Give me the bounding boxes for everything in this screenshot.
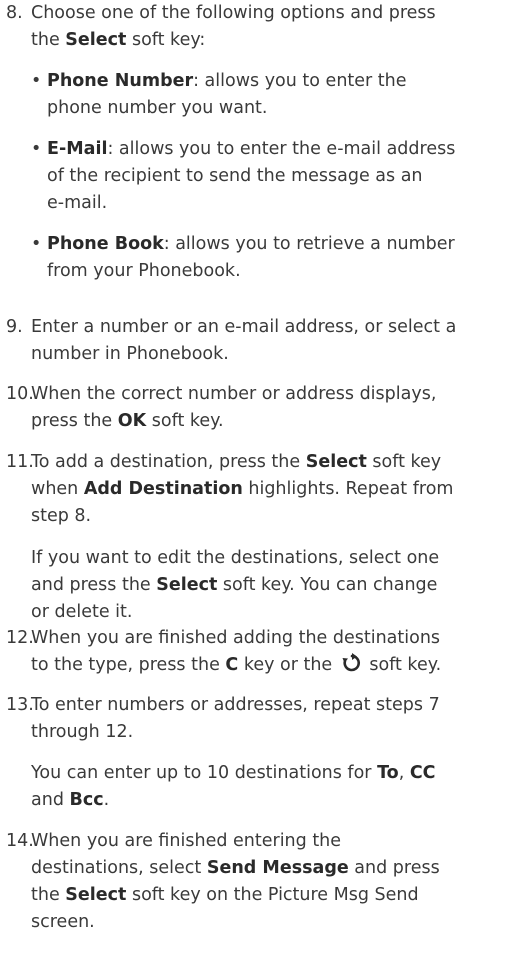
bullet-icon: • bbox=[31, 139, 42, 159]
step-number: 10. bbox=[6, 384, 34, 404]
step-number: 13. bbox=[6, 695, 34, 715]
step-line: Choose one of the following options and … bbox=[31, 3, 436, 23]
step-line: through 12. bbox=[31, 722, 134, 742]
step-line: to the type, press the C key or the soft… bbox=[31, 653, 442, 675]
step-line: when Add Destination highlights. Repeat … bbox=[31, 479, 454, 499]
step-number: 11. bbox=[6, 452, 34, 472]
step-note: If you want to edit the destinations, se… bbox=[31, 548, 440, 622]
step-line: To add a destination, press the Select s… bbox=[31, 452, 442, 472]
option-phone-book: • Phone Book: allows you to retrieve a n… bbox=[31, 231, 530, 284]
step-line: press the OK soft key. bbox=[31, 411, 224, 431]
step-line: the Select soft key on the Picture Msg S… bbox=[31, 885, 419, 905]
bullet-icon: • bbox=[31, 71, 42, 91]
step-number: 14. bbox=[6, 831, 34, 851]
option-phone-number: • Phone Number: allows you to enter the … bbox=[31, 68, 530, 121]
option-email: • E-Mail: allows you to enter the e-mail… bbox=[31, 136, 530, 216]
back-arrow-icon bbox=[340, 653, 362, 673]
step-number: 12. bbox=[6, 628, 34, 648]
step-line: When the correct number or address displ… bbox=[31, 384, 437, 404]
step-number: 9. bbox=[6, 317, 23, 337]
step-line: step 8. bbox=[31, 506, 92, 526]
step-line: When you are finished adding the destina… bbox=[31, 628, 441, 648]
step-line: number in Phonebook. bbox=[31, 344, 229, 364]
step-line: When you are finished entering the bbox=[31, 831, 342, 851]
step-line: To enter numbers or addresses, repeat st… bbox=[31, 695, 440, 715]
step-line: Enter a number or an e-mail address, or … bbox=[31, 317, 457, 337]
bullet-icon: • bbox=[31, 234, 42, 254]
step-line: the Select soft key: bbox=[31, 30, 206, 50]
step-line: screen. bbox=[31, 912, 95, 932]
step-line: destinations, select Send Message and pr… bbox=[31, 858, 440, 878]
step-number: 8. bbox=[6, 3, 23, 23]
step-note: You can enter up to 10 destinations for … bbox=[31, 763, 436, 810]
